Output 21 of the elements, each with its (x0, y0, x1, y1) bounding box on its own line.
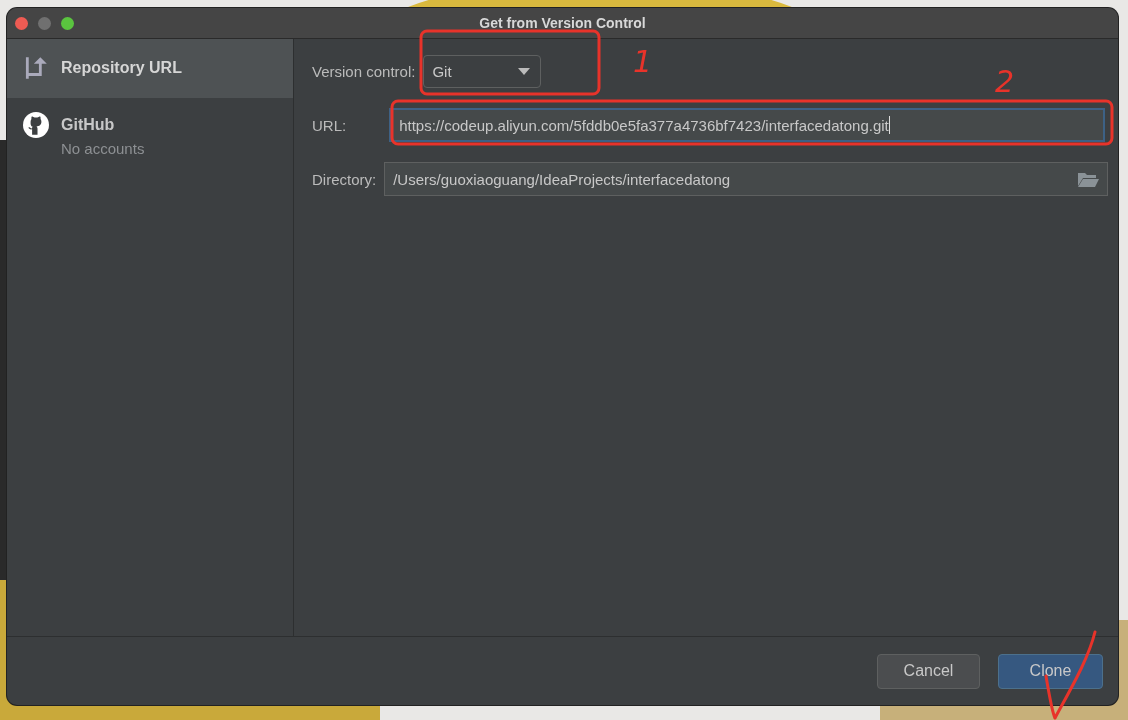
field-label: URL: (312, 116, 347, 134)
annotation-number: 1 (633, 44, 653, 79)
annotation-number: 2 (995, 64, 1015, 99)
url-field[interactable]: https://codeup.aliyun.com/5fddb0e5fa377a4736bf7423/interfacedatong.git (389, 108, 1105, 142)
sidebar-item[interactable]: GitHub No accounts (7, 98, 293, 169)
minimize-button[interactable] (38, 17, 51, 30)
folder-icon[interactable] (1077, 171, 1099, 187)
zoom-button[interactable] (61, 17, 74, 30)
branch-arrow-icon (23, 55, 49, 81)
window-title: Get from Version Control (479, 15, 646, 31)
directory-field[interactable]: /Users/guoxiaoguang/IdeaProjects/interfacedatong (384, 162, 1108, 196)
cancel-button[interactable]: Cancel (877, 653, 980, 689)
account-status: No accounts (61, 140, 145, 157)
caret-icon (518, 68, 531, 75)
sidebar-item[interactable]: Repository URL (7, 39, 293, 98)
close-button[interactable] (15, 17, 28, 30)
octocat-icon (23, 112, 49, 138)
field-label: Directory: (312, 170, 377, 188)
field-label: Version control: (312, 63, 416, 80)
version-control-dropdown[interactable]: Git (423, 55, 542, 88)
clone-button[interactable]: Clone (998, 653, 1103, 689)
